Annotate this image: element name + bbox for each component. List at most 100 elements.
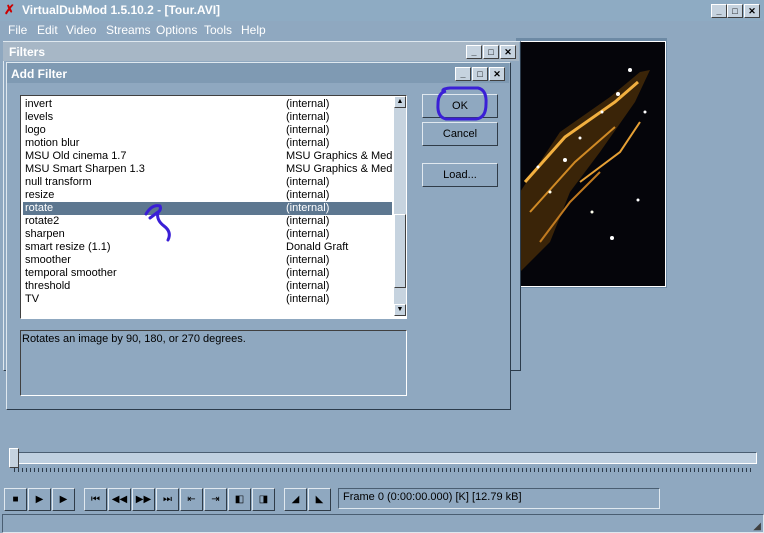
- filter-source: MSU Graphics & Media: [286, 163, 392, 175]
- play-output-icon[interactable]: ▶: [52, 488, 75, 511]
- add-filter-title: Add Filter: [11, 67, 67, 81]
- filter-source: (internal): [286, 137, 330, 149]
- next-scene-icon[interactable]: ◨: [252, 488, 275, 511]
- filter-name: rotate: [25, 202, 54, 214]
- step-back-icon[interactable]: ◀◀: [108, 488, 131, 511]
- app-title: VirtualDubMod 1.5.10.2 - [Tour.AVI]: [22, 3, 221, 17]
- mark-out-icon[interactable]: ◣: [308, 488, 331, 511]
- filter-row[interactable]: MSU Old cinema 1.7 MSU Graphics & Media: [23, 150, 392, 163]
- filter-row[interactable]: smart resize (1.1) Donald Graft: [23, 241, 392, 254]
- filter-name: logo: [25, 124, 46, 136]
- scroll-down-icon[interactable]: ▼: [394, 304, 406, 316]
- filter-source: (internal): [286, 124, 330, 136]
- filter-name: sharpen: [25, 228, 65, 240]
- menu-edit[interactable]: Edit: [37, 23, 58, 37]
- filter-name: resize: [25, 189, 55, 201]
- filter-source: (internal): [286, 98, 330, 110]
- load-button[interactable]: Load...: [422, 163, 498, 187]
- filter-name: TV: [25, 293, 40, 305]
- filter-source: (internal): [286, 228, 330, 240]
- filter-list[interactable]: invert (internal) levels (internal) logo (int…: [20, 95, 407, 319]
- add-filter-title-bar: Add Filter _ □ ✕: [7, 63, 509, 83]
- filter-source: (internal): [286, 202, 330, 214]
- play-input-icon[interactable]: ▶: [28, 488, 51, 511]
- filter-row[interactable]: smoother (internal): [23, 254, 392, 267]
- filter-source: (internal): [286, 254, 330, 266]
- step-forward-icon[interactable]: ▶▶: [132, 488, 155, 511]
- minimize-icon[interactable]: _: [711, 4, 727, 18]
- filter-row[interactable]: null transform (internal): [23, 176, 392, 189]
- filter-source: MSU Graphics & Media: [286, 150, 392, 162]
- eiffel-tower-night-image: [520, 42, 665, 286]
- close-icon[interactable]: ✕: [744, 4, 760, 18]
- filter-row[interactable]: resize (internal): [23, 189, 392, 202]
- filters-close-icon[interactable]: ✕: [500, 45, 516, 59]
- menu-streams[interactable]: Streams: [106, 23, 151, 37]
- filter-row[interactable]: rotate2 (internal): [23, 215, 392, 228]
- filter-source: (internal): [286, 215, 330, 227]
- filter-name: threshold: [25, 280, 71, 292]
- filter-source: (internal): [286, 293, 330, 305]
- go-end-icon[interactable]: ⏭: [156, 488, 179, 511]
- timeline-ticks: [14, 468, 754, 472]
- filter-row[interactable]: temporal smoother (internal): [23, 267, 392, 280]
- menu-help[interactable]: Help: [241, 23, 266, 37]
- frame-text: Frame 0 (0:00:00.000) [K] [12.79 kB]: [343, 491, 522, 503]
- filter-row[interactable]: motion blur (internal): [23, 137, 392, 150]
- filter-description-text: Rotates an image by 90, 180, or 270 degr…: [22, 333, 246, 345]
- filter-source: Donald Graft: [286, 241, 349, 253]
- scroll-up-icon[interactable]: ▲: [394, 96, 406, 108]
- position-slider-thumb[interactable]: [9, 448, 19, 468]
- menu-video[interactable]: Video: [66, 23, 96, 37]
- filter-row[interactable]: invert (internal): [23, 98, 392, 111]
- filter-name: smart resize (1.1): [25, 241, 111, 253]
- filter-row[interactable]: levels (internal): [23, 111, 392, 124]
- filter-name: temporal smoother: [25, 267, 117, 279]
- prev-keyframe-icon[interactable]: ⇤: [180, 488, 203, 511]
- filters-title-bar: Filters _ □ ✕: [3, 42, 519, 61]
- filter-name: MSU Old cinema 1.7: [25, 150, 127, 162]
- filter-source: (internal): [286, 280, 330, 292]
- filter-row[interactable]: TV (internal): [23, 293, 392, 306]
- ok-button[interactable]: OK: [422, 94, 498, 118]
- filter-row[interactable]: MSU Smart Sharpen 1.3 MSU Graphics & Medi…: [23, 163, 392, 176]
- filter-description: Rotates an image by 90, 180, or 270 degr…: [20, 330, 407, 396]
- add-filter-close-icon[interactable]: ✕: [489, 67, 505, 81]
- next-keyframe-icon[interactable]: ⇥: [204, 488, 227, 511]
- menu-tools[interactable]: Tools: [204, 23, 232, 37]
- filters-maximize-icon[interactable]: □: [483, 45, 499, 59]
- app-icon: ✗: [4, 2, 15, 17]
- add-filter-maximize-icon[interactable]: □: [472, 67, 488, 81]
- menu-options[interactable]: Options: [156, 23, 197, 37]
- filter-row[interactable]: rotate (internal): [23, 202, 392, 215]
- filter-name: levels: [25, 111, 54, 123]
- cancel-button[interactable]: Cancel: [422, 122, 498, 146]
- filter-name: rotate2: [25, 215, 60, 227]
- filter-row[interactable]: threshold (internal): [23, 280, 392, 293]
- status-bar: ◢: [2, 514, 764, 533]
- position-slider-track[interactable]: [10, 452, 757, 464]
- filter-name: motion blur: [25, 137, 80, 149]
- stop-icon[interactable]: ■: [4, 488, 27, 511]
- add-filter-minimize-icon[interactable]: _: [455, 67, 471, 81]
- filter-source: (internal): [286, 189, 330, 201]
- filter-source: (internal): [286, 267, 330, 279]
- maximize-icon[interactable]: □: [727, 4, 743, 18]
- filter-source: (internal): [286, 176, 330, 188]
- filters-minimize-icon[interactable]: _: [466, 45, 482, 59]
- mark-in-icon[interactable]: ◢: [284, 488, 307, 511]
- frame-indicator: Frame 0 (0:00:00.000) [K] [12.79 kB]: [338, 488, 660, 509]
- filter-source: (internal): [286, 111, 330, 123]
- video-preview: [519, 41, 666, 287]
- filter-row[interactable]: logo (internal): [23, 124, 392, 137]
- prev-scene-icon[interactable]: ◧: [228, 488, 251, 511]
- menu-file[interactable]: File: [8, 23, 27, 37]
- scroll-thumb[interactable]: [394, 214, 406, 288]
- filter-list-scrollbar[interactable]: ▲ ▼: [394, 96, 406, 316]
- filter-name: smoother: [25, 254, 71, 266]
- filter-row[interactable]: sharpen (internal): [23, 228, 392, 241]
- go-start-icon[interactable]: ⏮: [84, 488, 107, 511]
- filter-name: invert: [25, 98, 52, 110]
- filter-name: MSU Smart Sharpen 1.3: [25, 163, 145, 175]
- resize-grip-icon[interactable]: ◢: [753, 521, 761, 532]
